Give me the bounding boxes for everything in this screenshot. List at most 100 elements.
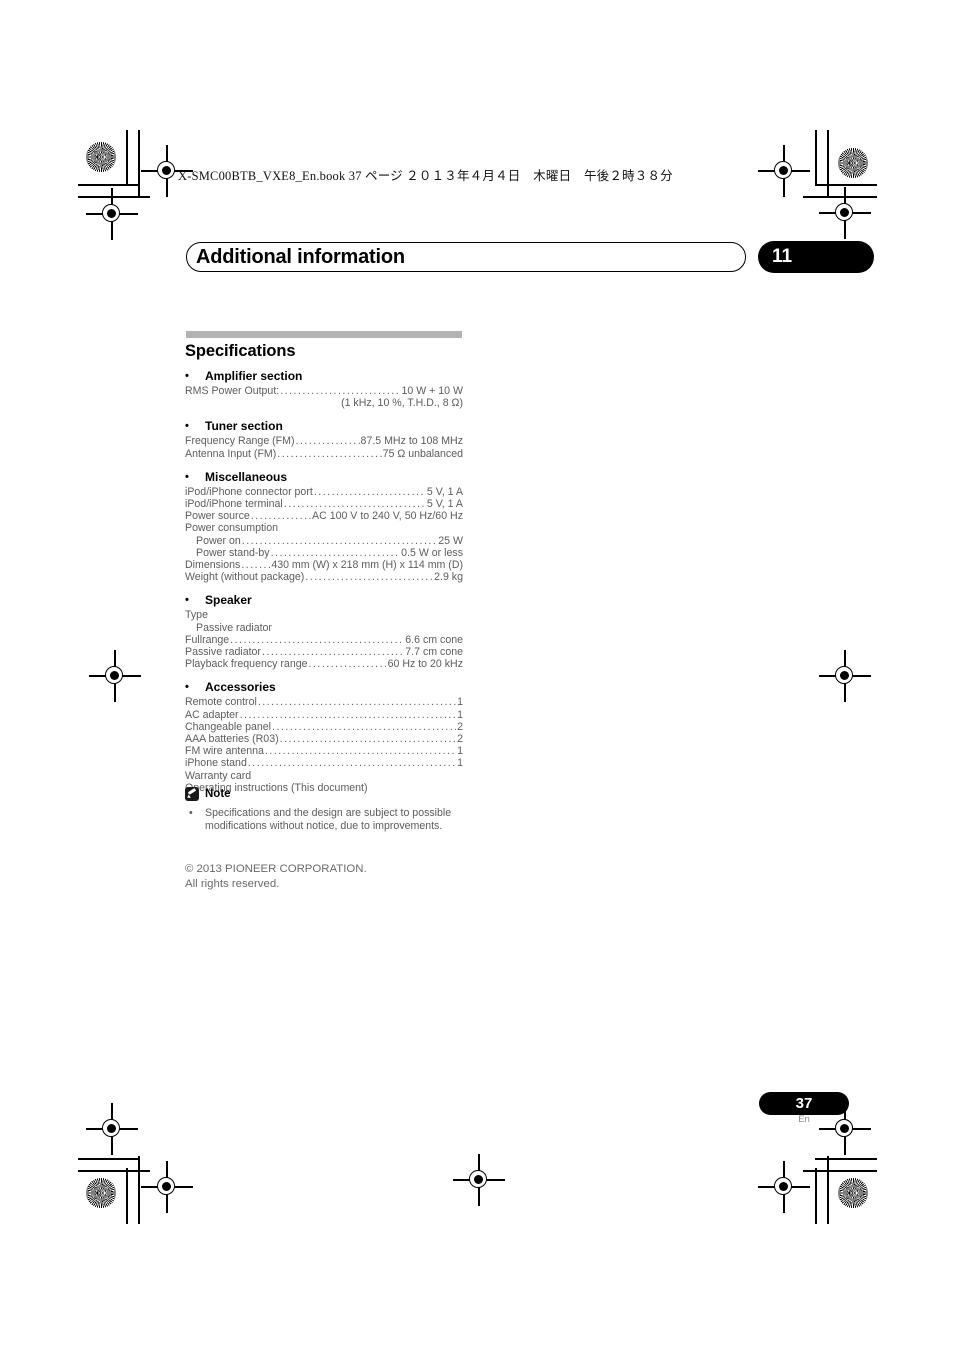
registration-mark-bottom-right-inner [758,1161,810,1213]
spec-row: Playback frequency range................… [185,658,463,670]
spec-row: iPod/iPhone connector port..............… [185,486,463,498]
spec-row: Power stand-by..........................… [185,547,463,559]
dot-leader: ........................................… [295,435,360,448]
document-page: X-SMC00BTB_VXE8_En.book 37 ページ ２０１３年４月４日… [0,0,954,1350]
spec-row: Dimensions..............................… [185,559,463,571]
spec-row: iPhone stand............................… [185,757,463,769]
density-patch-top-right [838,148,868,178]
spec-row: AAA batteries (R03).....................… [185,733,463,745]
note-text: Specifications and the design are subjec… [205,807,452,832]
spec-row: FM wire antenna.........................… [185,745,463,757]
crop-mark-bottom-left-v2 [138,1156,140,1224]
copyright-line-1: © 2013 PIONEER CORPORATION. [185,863,367,875]
spec-label: Dimensions [185,559,241,572]
density-patch-bottom-right [838,1178,868,1208]
spec-label: Playback frequency range [185,658,308,671]
spec-label: Remote control [185,696,257,709]
bullet-icon: • [185,594,189,607]
spec-section-title: Accessories [205,680,276,695]
spec-row: Antenna Input (FM)......................… [185,448,463,460]
registration-mark-top-right-outer [819,187,871,239]
dot-leader: ........................................… [280,385,401,397]
spec-section-heading: • Miscellaneous [185,470,463,484]
registration-mark-top-right-inner [758,145,810,197]
spec-section-title: Speaker [205,593,252,608]
note-header: Note [185,786,463,801]
spec-label: Warranty card [185,769,252,782]
crop-mark-bottom-left-v1 [126,1168,128,1224]
spec-value: 1 [457,757,463,770]
spec-value: 1 [457,745,463,758]
spec-value: AC 100 V to 240 V, 50 Hz/60 Hz [312,510,463,523]
page-number-label: 37 [795,1095,813,1112]
density-patch-top-left [86,142,116,172]
spec-row: Passive radiator [185,622,463,634]
registration-mark-mid-left [89,650,141,702]
bullet-icon: • [185,420,189,433]
spec-value: 2 [457,720,463,733]
spec-section-heading: • Amplifier section [185,369,463,383]
chapter-number-badge: 11 [758,241,874,273]
spec-row: Remote control..........................… [185,696,463,708]
specifications-heading: Specifications [185,342,296,360]
note-title: Note [205,787,231,800]
bullet-icon: • [185,681,189,694]
note-body: • Specifications and the design are subj… [185,807,463,832]
dot-leader: ........................................… [250,510,311,523]
spec-label: Power on [196,534,241,547]
spec-label: RMS Power Output: [185,385,280,397]
spec-label: iPod/iPhone terminal [185,498,283,511]
spec-label: AAA batteries (R03) [185,733,279,746]
spec-label: Power source [185,510,250,523]
section-rule [186,331,462,338]
spec-value: 5 V, 1 A [426,485,463,498]
spec-row: (1 kHz, 10 %, T.H.D., 8 Ω) [185,397,463,409]
spec-label: Weight (without package) [185,571,305,584]
spec-value: 430 mm (W) x 218 mm (H) x 114 mm (D) [271,559,463,572]
dot-leader: ........................................… [241,559,270,572]
spec-value: 60 Hz to 20 kHz [387,658,463,671]
spec-row: AC adapter..............................… [185,709,463,721]
spec-row: Frequency Range (FM)....................… [185,435,463,447]
crop-mark-top-right-h1 [815,184,877,186]
crop-mark-top-left-h1 [78,184,138,186]
copyright-block: © 2013 PIONEER CORPORATION. All rights r… [185,862,367,891]
dot-leader: ........................................… [261,646,405,659]
registration-mark-bottom-left-outer [86,1103,138,1155]
spec-row: iPod/iPhone terminal....................… [185,498,463,510]
crop-mark-top-right-v1 [815,130,817,186]
spec-row: Weight (without package)................… [185,571,463,583]
crop-mark-top-left-v1 [126,130,128,186]
spec-label: iPhone stand [185,757,247,770]
spec-label: Frequency Range (FM) [185,435,295,448]
dot-leader: ........................................… [257,696,457,709]
registration-mark-top-left-outer [86,188,138,240]
spec-value: 5 V, 1 A [426,498,463,511]
dot-leader: ........................................… [277,447,381,460]
spec-row: Power on................................… [185,535,463,547]
crop-mark-bottom-right-h1 [815,1158,877,1160]
spec-row: Passive radiator........................… [185,646,463,658]
spec-value: (1 kHz, 10 %, T.H.D., 8 Ω) [341,397,463,410]
spec-row: RMS Power Output:.......................… [185,385,463,397]
chapter-number-label: 11 [772,246,793,267]
specifications-list: • Amplifier section RMS Power Output:.....… [185,369,463,794]
spec-section-title: Tuner section [205,419,283,434]
dot-leader: ........................................… [283,498,426,511]
dot-leader: ........................................… [272,720,457,733]
dot-leader: ........................................… [247,757,457,770]
page-number-badge: 37 [759,1092,849,1115]
spec-label: Passive radiator [185,646,261,659]
spec-label: Passive radiator [196,621,272,634]
registration-mark-mid-right [819,650,871,702]
dot-leader: ........................................… [264,745,457,758]
spec-section-heading: • Speaker [185,593,463,607]
spec-value: 0.5 W or less [401,546,463,559]
crop-mark-top-left-v2 [138,130,140,198]
page-language-label: En [798,1114,810,1125]
spec-value: 87.5 MHz to 108 MHz [360,435,463,448]
crop-mark-top-right-v2 [827,130,829,198]
spec-row: Type [185,609,463,621]
copyright-line-2: All rights reserved. [185,877,280,890]
registration-mark-bottom-center [453,1154,505,1206]
